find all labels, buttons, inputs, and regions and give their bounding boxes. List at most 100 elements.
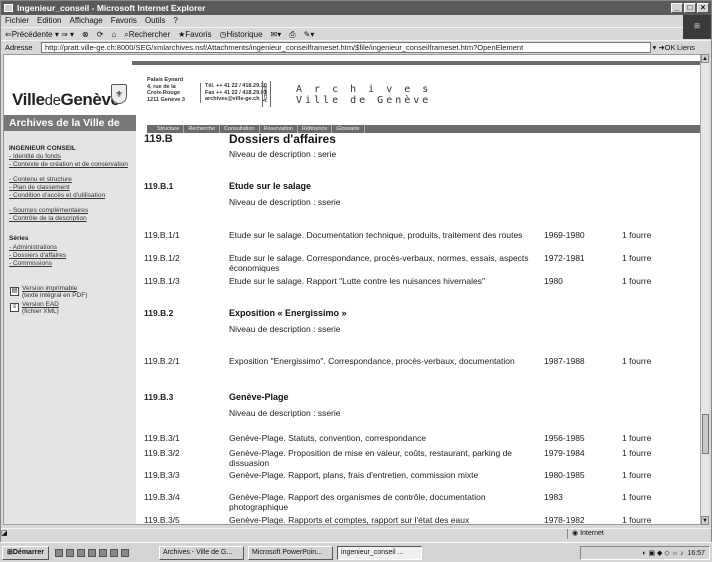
quicklaunch-icon[interactable] [99,548,108,557]
sidebar-link-controle[interactable]: - Contrôle de la description [9,215,133,222]
clock: 16:57 [687,549,705,557]
maximize-button[interactable]: □ [684,3,696,13]
subseries-niveau: Niveau de description : sserie [229,197,341,207]
stop-icon[interactable]: ⊗ [82,28,89,40]
sidebar-link-identite[interactable]: - Identité du fonds [9,153,133,160]
menu-favoris[interactable]: Favoris [111,15,137,27]
menu-bar: Fichier Edition Affichage Favoris Outils… [1,15,711,27]
quicklaunch-icon[interactable] [88,548,97,557]
search-button[interactable]: ⌕Rechercher [124,28,170,40]
quicklaunch-icon[interactable] [121,548,130,557]
status-bar: ◪ ◉ Internet [1,528,711,539]
home-icon[interactable]: ⌂ [111,28,116,40]
subseries-code: 119.B.2 [144,308,174,318]
print-icon[interactable]: ⎙ [289,28,295,40]
ville-de-geneve-logo[interactable]: VilledeGenève [12,90,120,110]
task-ingenieur-conseil[interactable]: ingenieur_conseil ... [337,545,423,560]
item-description: Exposition "Energissimo". Correspondance… [229,356,515,366]
item-code: 119.B.3/2 [144,448,180,458]
item-dates: 1956-1985 [544,433,585,443]
header-stripe [132,61,702,65]
item-quantity: 1 fourre [622,515,652,525]
item-dates: 1978-1982 [544,515,585,525]
item-quantity: 1 fourre [622,492,652,502]
sidebar-link-plan[interactable]: - Plan de classement [9,184,133,191]
print-version-link[interactable]: Version imprimable [22,285,132,292]
menu-outils[interactable]: Outils [145,15,165,27]
ead-version-link[interactable]: Version EAD [22,301,132,308]
print-version-note: (texte intégral en PDF) [22,292,88,299]
subseries-code: 119.B.1 [144,181,174,191]
pdf-icon[interactable]: ▤ [10,287,19,296]
quicklaunch-icon[interactable] [77,548,86,557]
menu-edition[interactable]: Edition [37,15,61,27]
task-archives[interactable]: Archives - Ville de G... [159,545,245,560]
quicklaunch-icon[interactable] [66,548,75,557]
taskbar: ⊞Démarrer Archives - Ville de G... Micro… [0,542,712,562]
refresh-icon[interactable]: ⟳ [97,28,104,40]
vertical-scrollbar[interactable]: ▲ ▼ [700,54,709,525]
item-code: 119.B.3/4 [144,492,180,502]
sidebar-link-contenu[interactable]: - Contenu et structure [9,176,133,183]
item-dates: 1980 [544,276,563,286]
quicklaunch-icon[interactable] [55,548,64,557]
series-link-commissions[interactable]: - Commissions [9,260,133,267]
sidebar-link-condition[interactable]: - Condition d'accès et d'utilisation [9,192,133,199]
sidebar-link-sources[interactable]: - Sources complémentaires [9,207,133,214]
mail-icon[interactable]: ✉▾ [271,28,282,40]
item-dates: 1980-1985 [544,470,585,480]
browser-window: Ingenieur_conseil - Microsoft Internet E… [0,0,712,562]
sidebar-heading: Archives de la Ville de [4,115,136,131]
minimize-button[interactable]: _ [671,3,683,13]
item-dates: 1969-1980 [544,230,585,240]
accueil-link[interactable]: Accueil [262,81,271,107]
ie-icon [4,4,13,12]
start-button[interactable]: ⊞Démarrer [2,545,50,560]
quick-launch [55,547,155,559]
sidebar-link-contexte[interactable]: - Contexte de création et de conservatio… [9,161,133,168]
go-button[interactable]: ▾ ➜OK [651,41,677,54]
postal-address: Palais Eynard 4, rue de la Croix-Rouge 1… [147,77,185,103]
item-description: Genève-Plage. Rapport des organismes de … [229,492,486,512]
item-code: 119.B.1/1 [144,230,180,240]
item-description: Etude sur le salage. Documentation techn… [229,230,523,240]
security-zone: ◉ Internet [567,529,709,539]
scroll-down-arrow-icon[interactable]: ▼ [701,516,709,525]
subseries-niveau: Niveau de description : sserie [229,408,341,418]
page-done-icon: ◪ [1,530,8,537]
menu-fichier[interactable]: Fichier [5,15,29,27]
xml-icon[interactable]: ≡ [10,303,19,312]
task-powerpoint[interactable]: Microsoft PowerPoin... [248,545,334,560]
scrollbar-thumb[interactable] [702,414,709,454]
tray-icons[interactable]: ◐ ▣ ◆ ◇ ☼ ♪ [642,549,687,557]
address-input[interactable]: http://pratt.ville-ge.ch:8000/SEG/xmlarc… [41,41,651,53]
history-button[interactable]: ◷Historique [220,28,263,40]
series-link-administrations[interactable]: - Administrations [9,244,133,251]
series-code: 119.B [144,133,173,145]
menu-help[interactable]: ? [173,15,177,27]
back-button[interactable]: ⇐Précédente ▾ ⇒ ▾ [5,28,74,40]
web-page: VilledeGenève ⚜ Palais Eynard 4, rue de … [3,54,703,525]
item-code: 119.B.2/1 [144,356,180,366]
contact-info: Tél. ++ 41 22 / 418.29.30 Fax ++ 41 22 /… [200,83,267,103]
close-button[interactable]: × [697,3,709,13]
item-code: 119.B.1/2 [144,253,180,263]
item-description: Genève-Plage. Statuts, convention, corre… [229,433,427,443]
window-title: Ingenieur_conseil - Microsoft Internet E… [17,3,206,13]
sidebar-title: INGENIEUR CONSEIL [9,145,76,152]
series-heading: Séries [9,235,29,242]
scroll-up-arrow-icon[interactable]: ▲ [701,54,709,63]
system-tray: ◐ ▣ ◆ ◇ ☼ ♪ 16:57 [580,546,710,560]
edit-icon[interactable]: ✎▾ [304,28,315,40]
item-code: 119.B.1/3 [144,276,180,286]
item-description: Genève-Plage. Rapports et comptes, rappo… [229,515,470,525]
sidebar: INGENIEUR CONSEIL - Identité du fonds - … [4,131,136,524]
item-code: 119.B.3/3 [144,470,180,480]
links-button[interactable]: Liens [677,41,707,54]
archives-title: A r c h i v e s Ville de Genève [296,84,432,106]
series-link-dossiers[interactable]: - Dossiers d'affaires [9,252,133,259]
quicklaunch-icon[interactable] [110,548,119,557]
menu-affichage[interactable]: Affichage [69,15,102,27]
series-title: Dossiers d'affaires [229,132,336,146]
favorites-button[interactable]: ★Favoris [178,28,211,40]
